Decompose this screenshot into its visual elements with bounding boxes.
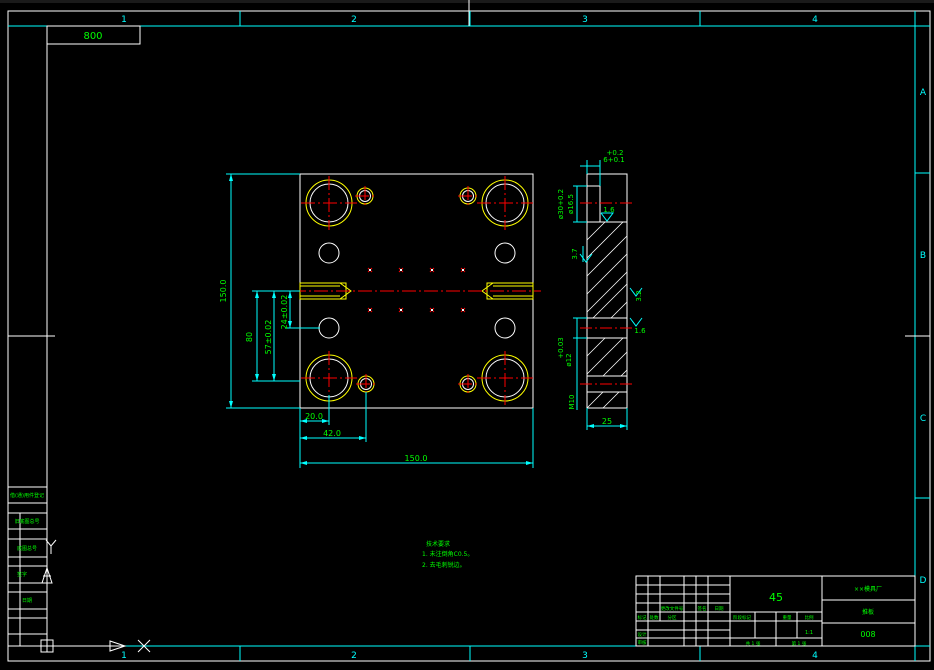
ucs-icon [40,539,151,653]
title-col-sign: 签名 [698,605,707,612]
dim-height-24: 24±0.02 [280,295,289,330]
title-stage-label: 阶段标记 [733,614,751,621]
title-company: ××模具厂 [854,585,882,593]
drawing-frame [7,0,931,662]
zone-bottom-2: 2 [351,651,357,661]
mid-hole-1 [318,242,340,264]
dim-side-thickness: 25 [602,417,612,426]
dim-dia-upper-b: ø16.5 [567,194,575,214]
notes-line2: 2. 去毛刺锐边。 [422,561,466,569]
finish-3-2: 3.2 [635,290,643,301]
finish-1-6-b: 1.6 [634,327,646,335]
title-col-date: 日期 [715,606,724,612]
zone-right-a: A [920,88,927,98]
strip-item-2: 旧底图总号 [14,518,39,525]
dim-width-20: 20.0 [305,412,323,421]
mid-hole-2 [494,242,516,264]
mid-hole-4 [494,317,516,339]
title-part-name: 推板 [862,608,874,616]
finish-1-6-a: 1.6 [603,206,615,214]
zone-right-b: B [920,251,926,261]
title-row-check: 审核 [638,639,647,646]
zone-right-c: C [920,414,926,424]
left-registration-strip: 借(通)用件登记 旧底图总号 底图总号 签字 日期 [7,486,48,647]
zone-top-4: 4 [812,15,818,25]
title-page-current: 第 1 张 [792,640,807,647]
dim-height-80: 80 [245,332,254,342]
notes-line1: 1. 未注倒角C0.5。 [422,550,473,558]
title-drawing-no: 008 [860,630,875,639]
dim-tol-lower: +0.03 [557,337,565,358]
title-col-change: 更改文件号 [661,605,684,612]
title-row-design: 设计 [638,631,647,638]
dim-width-42: 42.0 [323,429,341,438]
cad-viewport[interactable]: { "colors": { "background": "#000000", "… [0,0,934,670]
front-view[interactable] [292,173,541,409]
title-row-mark: 标记 [638,614,647,621]
section-hatching [586,221,628,409]
drawing-no-box-text: 800 [83,31,102,42]
strip-item-3: 底图总号 [17,545,37,552]
ejector-pin-marks [367,267,466,313]
dim-depth-37: 3.7 [571,248,579,259]
technical-notes: 技术要求 1. 未注倒角C0.5。 2. 去毛刺锐边。 [422,540,473,569]
dim-thread: M10 [568,395,576,410]
dim-dia-upper-a: ø30+0.2 [557,189,565,219]
front-dim-texts: 150.0 80 57±0.02 24±0.02 20.0 42.0 150.0 [219,280,427,463]
dim-tol-top2: 6+0.1 [603,156,624,164]
title-material: 45 [769,591,783,604]
strip-item-5: 日期 [22,598,32,604]
centerlines [292,176,541,405]
zone-bottom-3: 3 [582,651,588,661]
zone-bottom-1: 1 [121,651,127,661]
mid-hole-3 [318,317,340,339]
drawing-canvas[interactable]: 1 2 3 4 1 2 3 4 A B C D 800 150.0 80 57±… [0,0,934,670]
ejector-pin-dots [369,269,464,311]
dim-overall-width: 150.0 [405,454,428,463]
zone-right-d: D [920,576,927,586]
notes-title: 技术要求 [426,540,450,548]
title-page-total: 共 1 张 [746,640,761,647]
strip-item-1: 借(通)用件登记 [10,492,44,499]
zone-top-2: 2 [351,15,357,25]
zone-top-1: 1 [121,15,127,25]
inner-border [46,25,916,647]
title-scale-label: 比例 [805,614,814,621]
strip-item-4: 签字 [17,571,27,578]
side-dimensions [573,160,643,430]
zone-top-3: 3 [582,15,588,25]
outer-border [7,10,931,662]
title-col-zone: 分区 [668,614,677,621]
dim-overall-height: 150.0 [219,280,228,303]
title-col-count: 处数 [650,614,659,621]
zone-labels: 1 2 3 4 1 2 3 4 A B C D [121,15,927,661]
title-block: 45 ××模具厂 推板 008 标记 设计 审核 处数 分区 更改文件号 签名 … [635,575,916,647]
zone-bottom-4: 4 [812,651,818,661]
dim-dia-lower: ø12 [565,353,573,366]
title-weight-label: 重量 [783,614,792,621]
side-centerlines [580,202,634,385]
dim-height-57: 57±0.02 [264,320,273,355]
title-scale: 1:1 [805,630,813,636]
